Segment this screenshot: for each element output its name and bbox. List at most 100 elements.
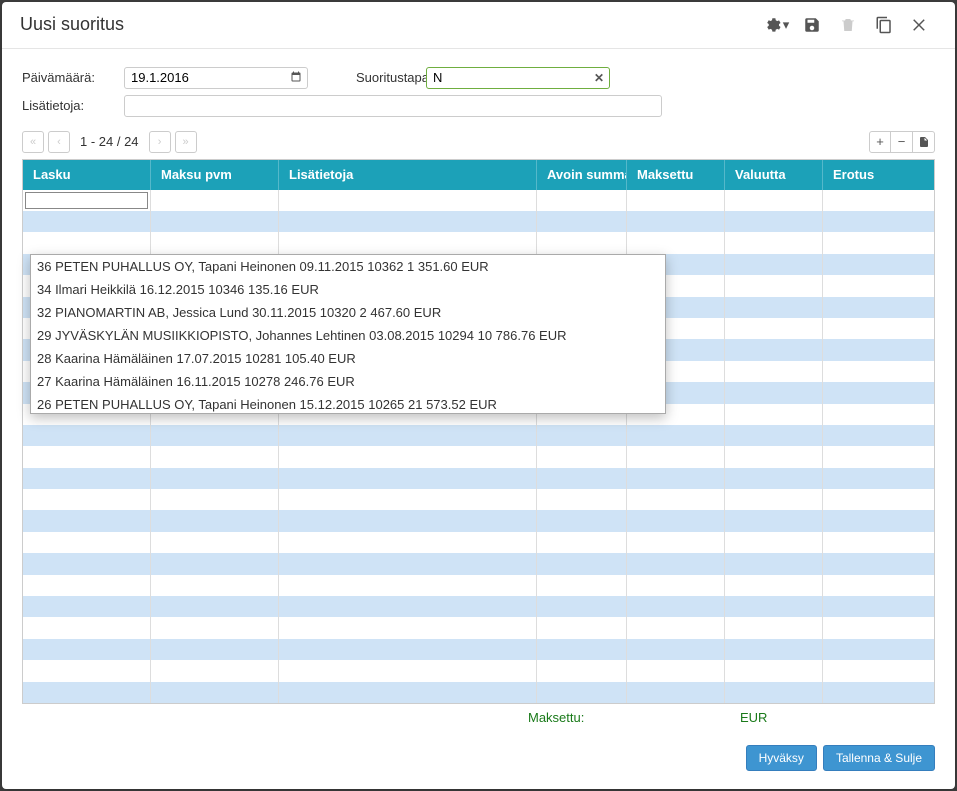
table-cell (725, 254, 823, 275)
autocomplete-item[interactable]: 34 Ilmari Heikkilä 16.12.2015 10346 135.… (31, 278, 665, 301)
table-row[interactable] (23, 489, 934, 510)
table-cell (725, 660, 823, 681)
table-cell (823, 211, 934, 232)
table-cell (627, 190, 725, 211)
table-cell (823, 190, 934, 211)
pager-label: 1 - 24 / 24 (80, 134, 139, 149)
table-cell (725, 275, 823, 296)
table-cell (627, 682, 725, 703)
table-cell (725, 318, 823, 339)
table-row[interactable] (23, 468, 934, 489)
table-cell (23, 446, 151, 467)
pager-next-button[interactable]: › (149, 131, 171, 153)
table-cell (823, 468, 934, 489)
table-cell (725, 190, 823, 211)
table-cell (279, 446, 537, 467)
table-cell (537, 532, 627, 553)
close-button[interactable] (903, 8, 937, 42)
table-cell (279, 532, 537, 553)
pager: « ‹ 1 - 24 / 24 › » (22, 131, 197, 153)
table-cell (823, 254, 934, 275)
table-cell (23, 639, 151, 660)
autocomplete-item[interactable]: 36 PETEN PUHALLUS OY, Tapani Heinonen 09… (31, 255, 665, 278)
column-header-maksu-pvm[interactable]: Maksu pvm (151, 160, 279, 190)
table-cell (725, 596, 823, 617)
pager-prev-button[interactable]: ‹ (48, 131, 70, 153)
table-cell (823, 617, 934, 638)
pager-last-button[interactable]: » (175, 131, 197, 153)
table-cell (823, 532, 934, 553)
table-cell (537, 489, 627, 510)
delete-button[interactable] (831, 8, 865, 42)
column-header-lasku[interactable]: Lasku (23, 160, 151, 190)
document-button[interactable] (913, 131, 935, 153)
copy-button[interactable] (867, 8, 901, 42)
table-cell (627, 468, 725, 489)
autocomplete-item[interactable]: 32 PIANOMARTIN AB, Jessica Lund 30.11.20… (31, 301, 665, 324)
column-header-avoin-summa[interactable]: Avoin summa (537, 160, 627, 190)
table-row[interactable] (23, 639, 934, 660)
table-row[interactable] (23, 446, 934, 467)
modal-title: Uusi suoritus (20, 14, 759, 35)
table-cell (151, 446, 279, 467)
settings-dropdown-button[interactable]: ▾ (759, 8, 793, 42)
table-cell (823, 425, 934, 446)
table-cell (279, 596, 537, 617)
table-row[interactable] (23, 425, 934, 446)
date-input[interactable] (124, 67, 308, 89)
table-row[interactable] (23, 510, 934, 531)
copy-icon (875, 16, 893, 34)
info-input[interactable] (124, 95, 662, 117)
table-cell (725, 297, 823, 318)
column-header-valuutta[interactable]: Valuutta (725, 160, 823, 190)
autocomplete-item[interactable]: 26 PETEN PUHALLUS OY, Tapani Heinonen 15… (31, 393, 665, 414)
table-row[interactable] (23, 682, 934, 703)
pager-first-button[interactable]: « (22, 131, 44, 153)
table-cell (279, 489, 537, 510)
table-cell (725, 639, 823, 660)
table-row[interactable] (23, 211, 934, 232)
close-icon (911, 16, 929, 34)
autocomplete-item[interactable]: 28 Kaarina Hämäläinen 17.07.2015 10281 1… (31, 347, 665, 370)
table-row[interactable] (23, 575, 934, 596)
column-header-lisatietoja[interactable]: Lisätietoja (279, 160, 537, 190)
table-row[interactable] (23, 553, 934, 574)
column-header-erotus[interactable]: Erotus (823, 160, 934, 190)
table-cell (151, 510, 279, 531)
table-row[interactable] (23, 660, 934, 681)
table-row[interactable] (23, 190, 934, 211)
table-cell (151, 575, 279, 596)
table-cell (537, 617, 627, 638)
remove-row-button[interactable]: − (891, 131, 913, 153)
autocomplete-item[interactable]: 27 Kaarina Hämäläinen 16.11.2015 10278 2… (31, 370, 665, 393)
table-row[interactable] (23, 617, 934, 638)
table-cell (23, 532, 151, 553)
clear-icon[interactable]: ✕ (594, 71, 604, 85)
add-row-button[interactable]: + (869, 131, 891, 153)
table-cell (537, 425, 627, 446)
save-and-close-button[interactable]: Tallenna & Sulje (823, 745, 935, 771)
table-cell (627, 425, 725, 446)
modal-header: Uusi suoritus ▾ (2, 2, 955, 49)
table-cell (823, 660, 934, 681)
accept-button[interactable]: Hyväksy (746, 745, 817, 771)
save-button[interactable] (795, 8, 829, 42)
table-cell (627, 489, 725, 510)
table-cell (627, 446, 725, 467)
table-row[interactable] (23, 532, 934, 553)
table-cell (823, 489, 934, 510)
caret-down-icon: ▾ (783, 17, 790, 33)
table-cell (151, 660, 279, 681)
info-label: Lisätietoja: (22, 98, 124, 113)
grid-header: Lasku Maksu pvm Lisätietoja Avoin summa … (23, 160, 934, 190)
column-header-maksettu[interactable]: Maksettu (627, 160, 725, 190)
table-cell (823, 510, 934, 531)
table-row[interactable] (23, 232, 934, 253)
method-input[interactable] (426, 67, 610, 89)
autocomplete-item[interactable]: 29 JYVÄSKYLÄN MUSIIKKIOPISTO, Johannes L… (31, 324, 665, 347)
table-cell (823, 596, 934, 617)
table-cell (279, 682, 537, 703)
lasku-cell-input[interactable] (25, 192, 148, 209)
table-cell (23, 617, 151, 638)
table-row[interactable] (23, 596, 934, 617)
